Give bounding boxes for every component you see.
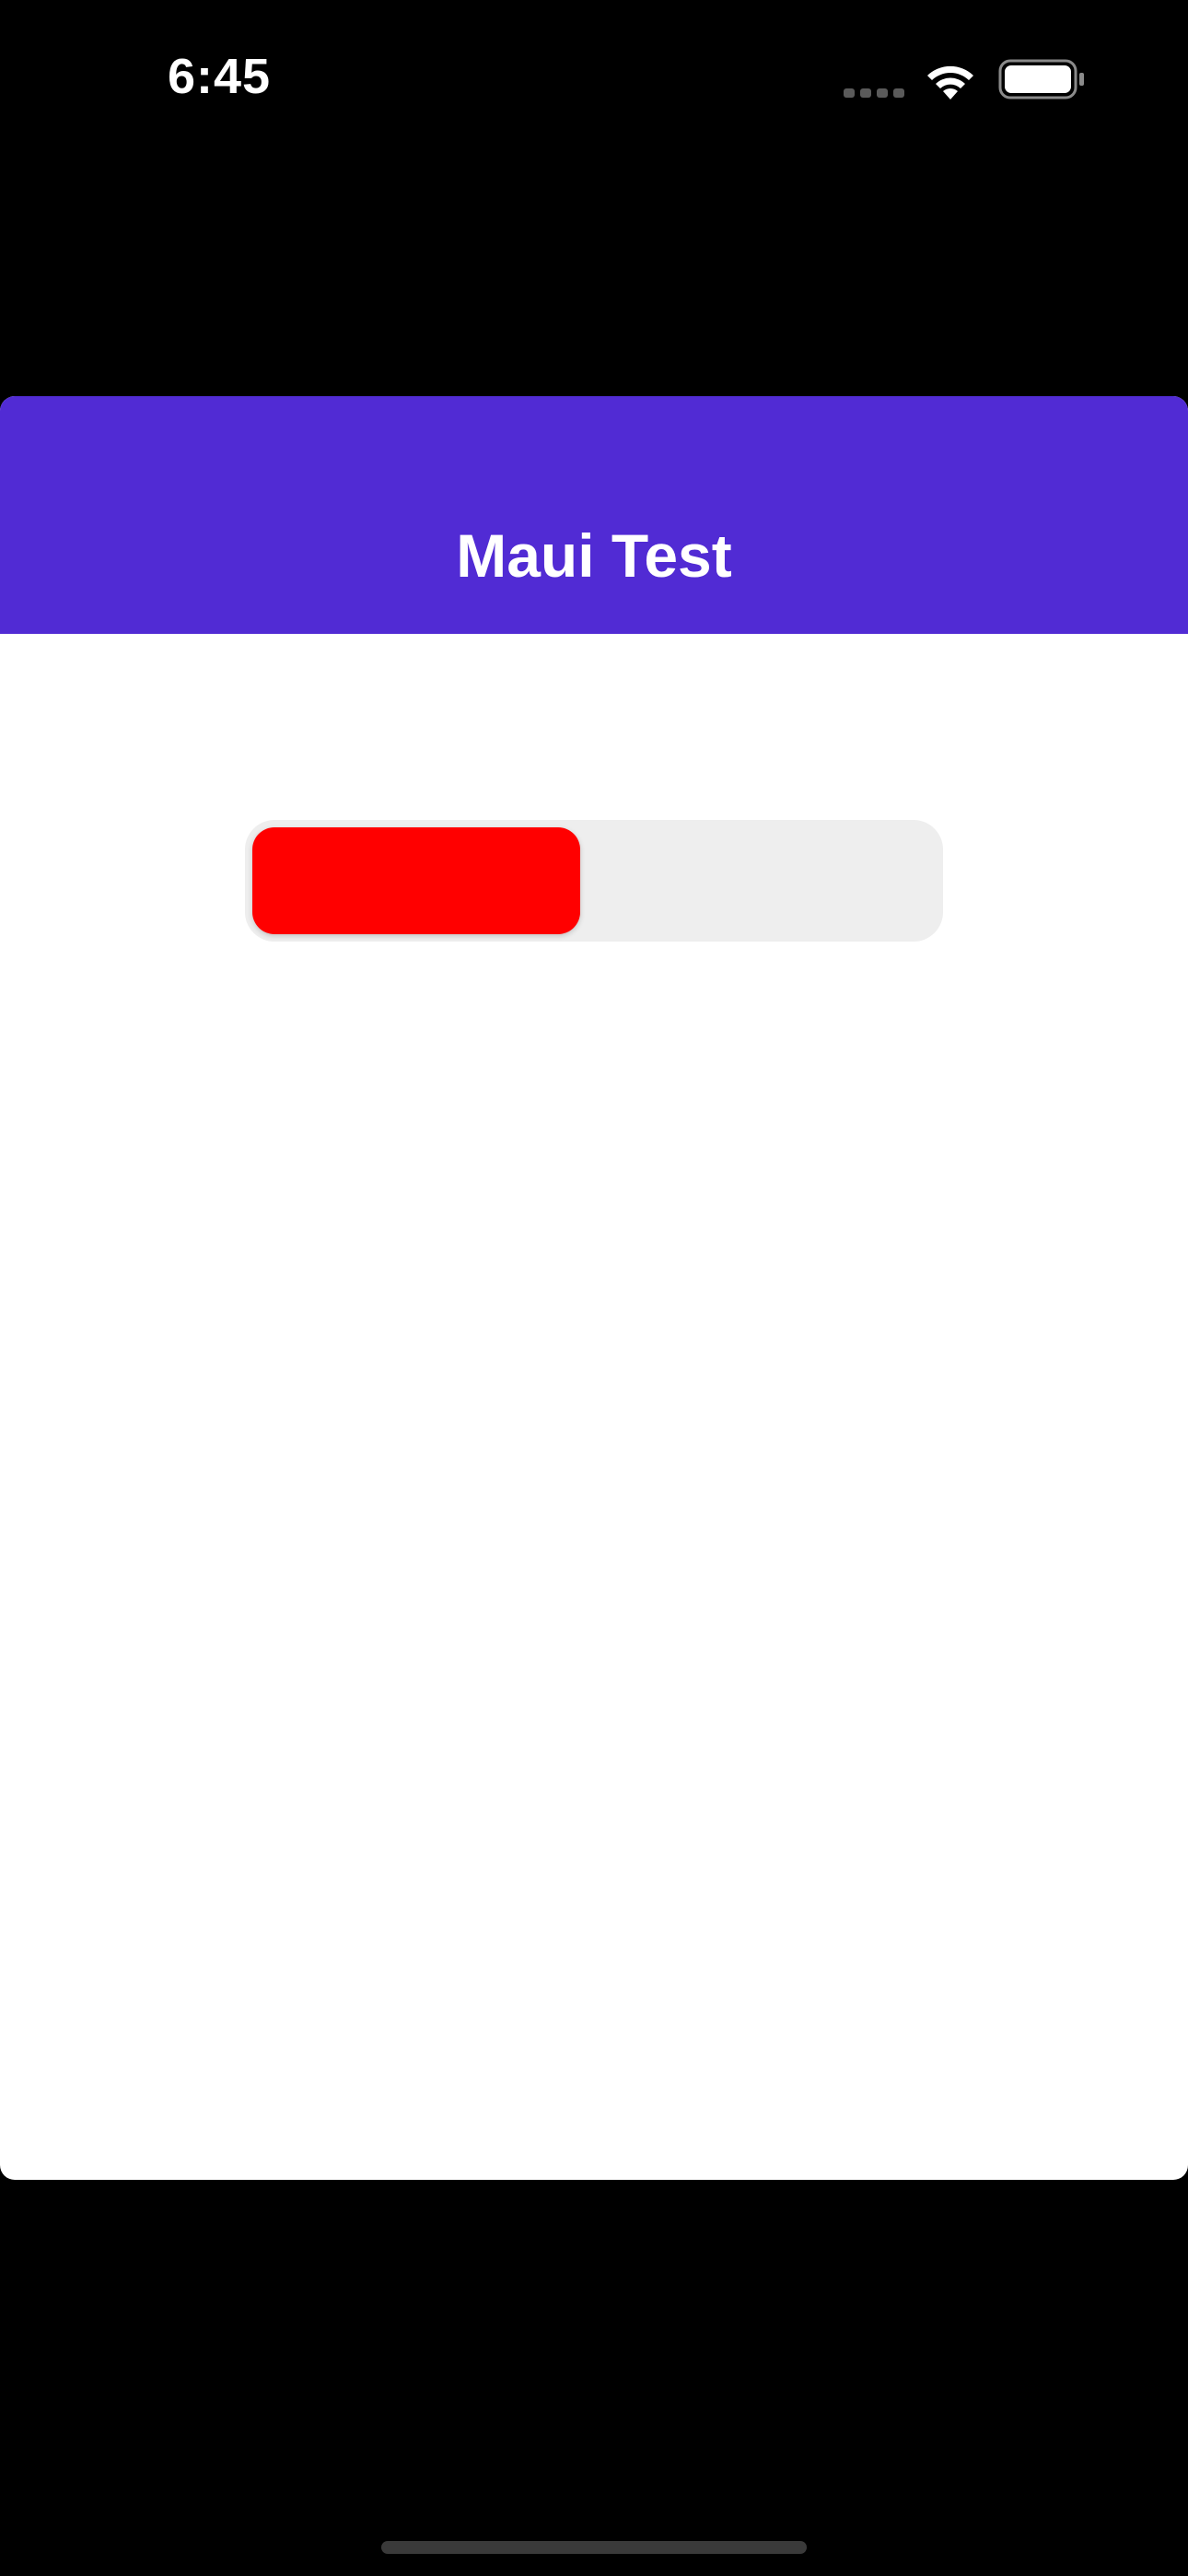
phone-screen: 6:45 Maui Test — [0, 0, 1188, 2576]
navigation-bar: Maui Test — [0, 396, 1188, 634]
progress-bar-fill — [252, 827, 580, 934]
home-indicator[interactable] — [381, 2541, 807, 2554]
progress-bar-track — [245, 820, 943, 942]
status-bar: 6:45 — [0, 0, 1188, 166]
cellular-signal-icon — [844, 88, 904, 98]
battery-icon — [998, 59, 1084, 100]
page-title: Maui Test — [456, 521, 732, 590]
wifi-icon — [927, 65, 973, 100]
status-time: 6:45 — [168, 49, 272, 104]
app-window: Maui Test — [0, 396, 1188, 2180]
